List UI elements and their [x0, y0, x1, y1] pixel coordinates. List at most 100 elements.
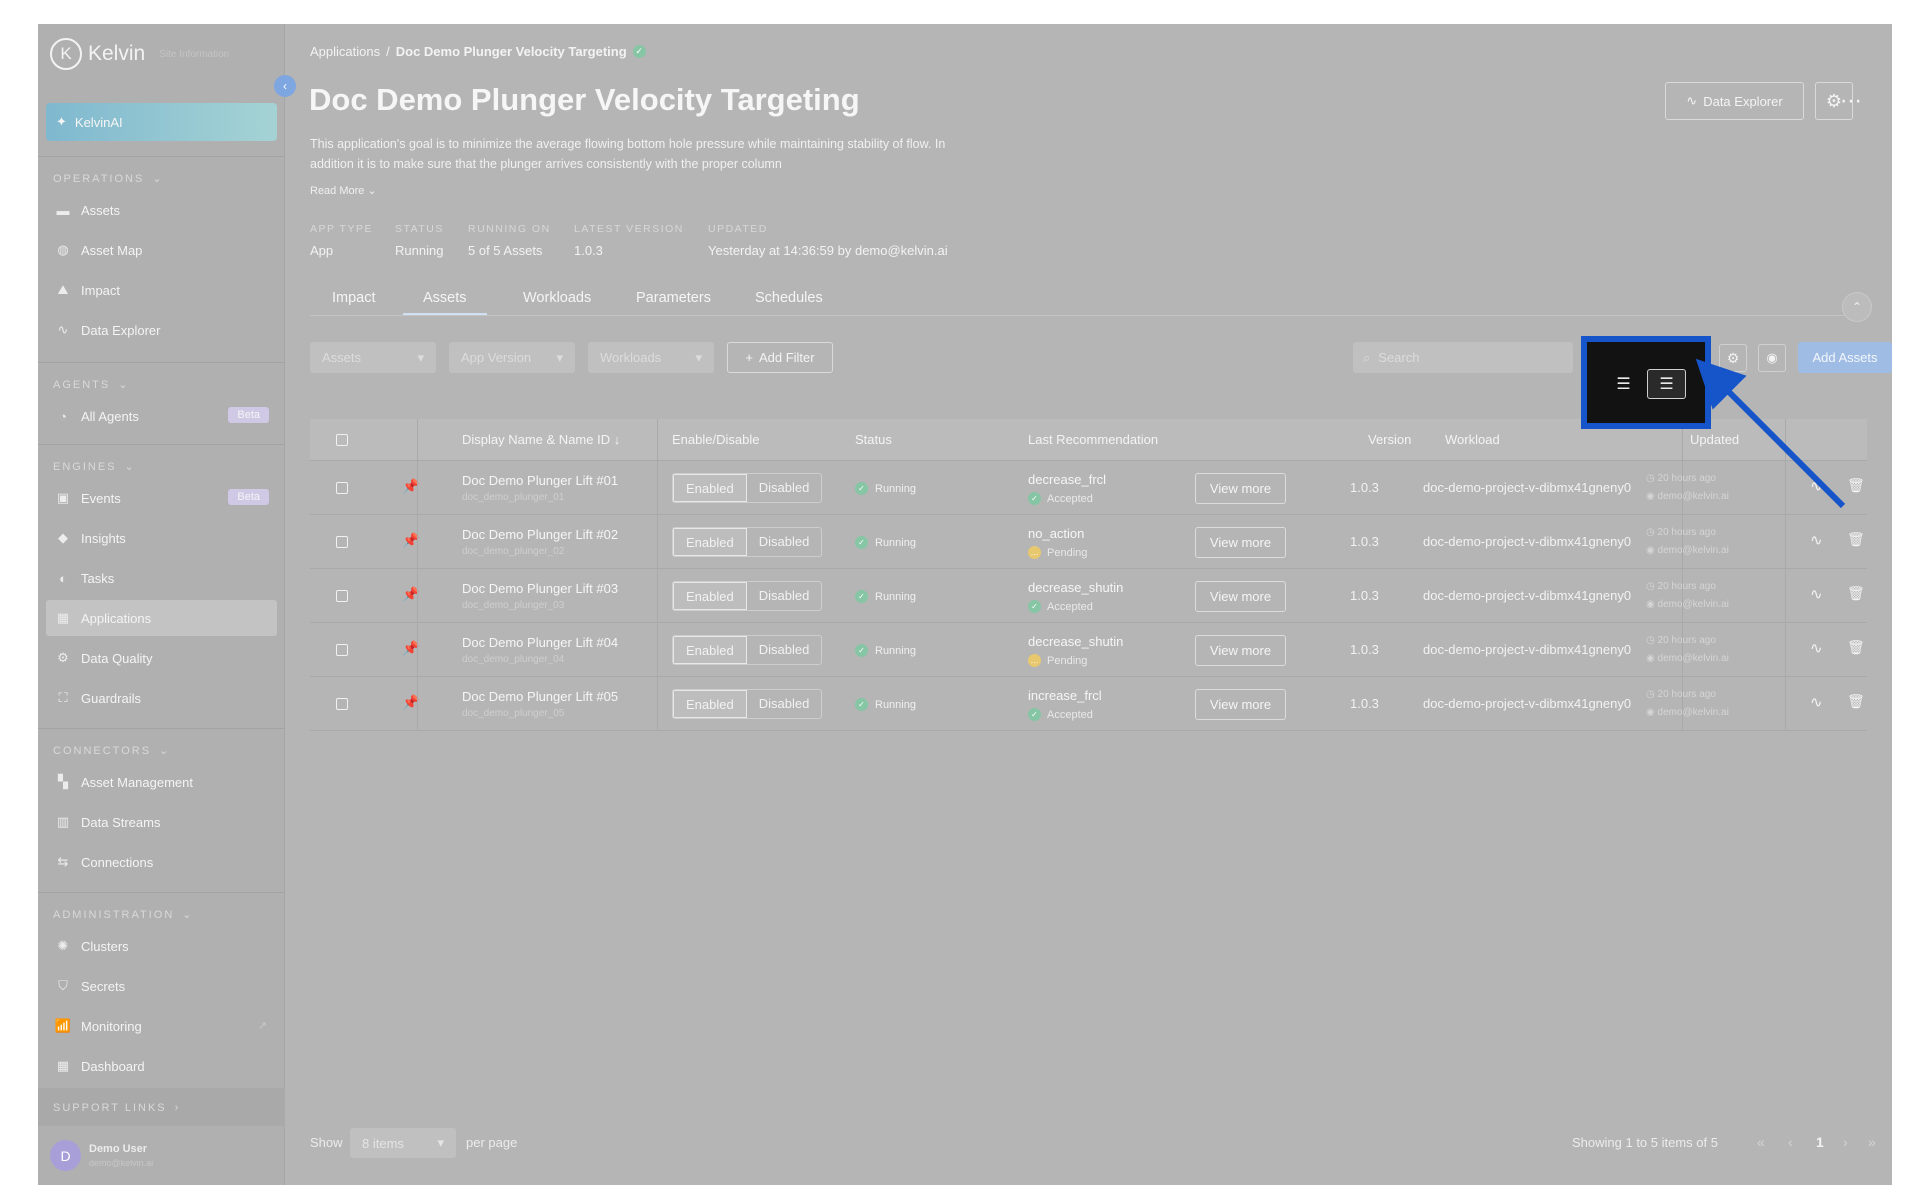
search-input[interactable]: ⌕ Search: [1353, 342, 1573, 373]
table-row[interactable]: 📌 Doc Demo Plunger Lift #02 doc_demo_plu…: [310, 515, 1867, 569]
kelvin-logo[interactable]: K Kelvin Site Information: [50, 38, 229, 70]
section-connectors[interactable]: CONNECTORS ⌄: [53, 744, 170, 758]
row-checkbox[interactable]: [336, 698, 348, 710]
next-page-icon[interactable]: ›: [1843, 1134, 1848, 1150]
disabled-option[interactable]: Disabled: [747, 690, 822, 718]
view-more-button[interactable]: View more: [1195, 581, 1286, 612]
asset-display-name[interactable]: Doc Demo Plunger Lift #04: [462, 635, 618, 650]
read-more-link[interactable]: Read More ⌄: [310, 184, 377, 197]
select-all-checkbox[interactable]: [336, 434, 348, 446]
section-agents[interactable]: AGENTS ⌄: [53, 378, 129, 392]
sidebar-item-applications[interactable]: ▦ Applications: [46, 600, 277, 636]
tab-assets[interactable]: Assets: [403, 286, 487, 315]
row-checkbox[interactable]: [336, 590, 348, 602]
disabled-option[interactable]: Disabled: [747, 528, 822, 556]
trash-icon[interactable]: 🗑: [1847, 639, 1865, 656]
workload-name[interactable]: doc-demo-project-v-dibmx41gneny0: [1423, 534, 1631, 549]
sidebar-item-monitoring[interactable]: 📶 Monitoring ↗: [46, 1008, 277, 1044]
view-more-button[interactable]: View more: [1195, 635, 1286, 666]
sidebar-item-asset-management[interactable]: ▚ Asset Management: [46, 764, 277, 800]
disabled-option[interactable]: Disabled: [747, 474, 822, 502]
sidebar-item-insights[interactable]: ◆ Insights: [46, 520, 277, 556]
workload-name[interactable]: doc-demo-project-v-dibmx41gneny0: [1423, 642, 1631, 657]
assets-filter[interactable]: Assets ▾: [310, 342, 436, 373]
sidebar-item-all-agents[interactable]: ◔ All Agents Beta: [46, 398, 277, 434]
view-more-button[interactable]: View more: [1195, 689, 1286, 720]
workload-name[interactable]: doc-demo-project-v-dibmx41gneny0: [1423, 588, 1631, 603]
collapse-sidebar-button[interactable]: ‹: [274, 75, 296, 97]
asset-display-name[interactable]: Doc Demo Plunger Lift #01: [462, 473, 618, 488]
sidebar-item-data-explorer[interactable]: ∿ Data Explorer: [46, 312, 277, 348]
last-page-icon[interactable]: »: [1868, 1134, 1876, 1150]
list-view-icon[interactable]: ☰: [1647, 369, 1686, 399]
section-administration[interactable]: ADMINISTRATION ⌄: [53, 908, 194, 922]
tab-schedules[interactable]: Schedules: [735, 286, 843, 315]
trash-icon[interactable]: 🗑: [1847, 531, 1865, 548]
header-display-name[interactable]: Display Name & Name ID ↓: [462, 432, 620, 447]
trash-icon[interactable]: 🗑: [1847, 693, 1865, 710]
sidebar-item-assets[interactable]: ▬ Assets: [46, 192, 277, 228]
workload-name[interactable]: doc-demo-project-v-dibmx41gneny0: [1423, 480, 1631, 495]
chart-icon[interactable]: ∿: [1810, 585, 1823, 603]
add-filter-button[interactable]: + Add Filter: [727, 342, 833, 373]
sidebar-item-secrets[interactable]: ⛉ Secrets: [46, 968, 277, 1004]
enable-disable-toggle[interactable]: Enabled Disabled: [672, 581, 823, 611]
sidebar-item-tasks[interactable]: ◐ Tasks: [46, 560, 277, 596]
prev-page-icon[interactable]: ‹: [1788, 1134, 1793, 1150]
tab-workloads[interactable]: Workloads: [503, 286, 611, 315]
enable-disable-toggle[interactable]: Enabled Disabled: [672, 473, 823, 503]
workload-name[interactable]: doc-demo-project-v-dibmx41gneny0: [1423, 696, 1631, 711]
app-version-filter[interactable]: App Version ▾: [449, 342, 575, 373]
sidebar-item-asset-map[interactable]: ◍ Asset Map: [46, 232, 277, 268]
workloads-filter[interactable]: Workloads ▾: [588, 342, 714, 373]
asset-display-name[interactable]: Doc Demo Plunger Lift #05: [462, 689, 618, 704]
enable-disable-toggle[interactable]: Enabled Disabled: [672, 689, 823, 719]
kelvin-ai-button[interactable]: ✦ KelvinAI: [46, 103, 277, 141]
disabled-option[interactable]: Disabled: [747, 582, 822, 610]
enabled-option[interactable]: Enabled: [673, 636, 747, 664]
row-checkbox[interactable]: [336, 644, 348, 656]
sidebar-item-dashboard[interactable]: ▦ Dashboard: [46, 1048, 277, 1084]
sidebar-item-data-streams[interactable]: ▥ Data Streams: [46, 804, 277, 840]
collapse-header-button[interactable]: ⌃: [1842, 292, 1872, 322]
row-checkbox[interactable]: [336, 482, 348, 494]
view-more-button[interactable]: View more: [1195, 527, 1286, 558]
per-page-select[interactable]: 8 items ▾: [350, 1128, 456, 1158]
sidebar-item-guardrails[interactable]: ⛶ Guardrails: [46, 680, 277, 716]
enabled-option[interactable]: Enabled: [673, 528, 747, 556]
trash-icon[interactable]: 🗑: [1847, 585, 1865, 602]
tab-parameters[interactable]: Parameters: [616, 286, 731, 315]
section-operations[interactable]: OPERATIONS ⌄: [53, 172, 164, 186]
sidebar-item-data-quality[interactable]: ⚙ Data Quality: [46, 640, 277, 676]
asset-display-name[interactable]: Doc Demo Plunger Lift #02: [462, 527, 618, 542]
row-checkbox[interactable]: [336, 536, 348, 548]
enabled-option[interactable]: Enabled: [673, 474, 747, 502]
view-more-button[interactable]: View more: [1195, 473, 1286, 504]
table-row[interactable]: 📌 Doc Demo Plunger Lift #04 doc_demo_plu…: [310, 623, 1867, 677]
enabled-option[interactable]: Enabled: [673, 582, 747, 610]
more-options-icon[interactable]: ⋯: [1840, 88, 1863, 114]
sidebar-item-events[interactable]: ▣ Events Beta: [46, 480, 277, 516]
enabled-option[interactable]: Enabled: [673, 690, 747, 718]
sidebar-item-clusters[interactable]: ✺ Clusters: [46, 928, 277, 964]
tab-impact[interactable]: Impact: [312, 286, 396, 315]
disabled-option[interactable]: Disabled: [747, 636, 822, 664]
support-links[interactable]: SUPPORT LINKS ›: [38, 1088, 285, 1126]
enable-disable-toggle[interactable]: Enabled Disabled: [672, 635, 823, 665]
section-engines[interactable]: ENGINES ⌄: [53, 460, 136, 474]
user-profile[interactable]: D Demo User demo@kelvin.ai: [50, 1140, 153, 1171]
current-page[interactable]: 1: [1816, 1134, 1824, 1150]
first-page-icon[interactable]: «: [1757, 1134, 1765, 1150]
breadcrumb-root[interactable]: Applications: [310, 44, 380, 59]
sidebar-item-impact[interactable]: ⛰ Impact: [46, 272, 277, 308]
table-row[interactable]: 📌 Doc Demo Plunger Lift #01 doc_demo_plu…: [310, 461, 1867, 515]
sidebar-item-connections[interactable]: ⇆ Connections: [46, 844, 277, 880]
asset-display-name[interactable]: Doc Demo Plunger Lift #03: [462, 581, 618, 596]
chart-icon[interactable]: ∿: [1810, 531, 1823, 549]
chart-icon[interactable]: ∿: [1810, 639, 1823, 657]
table-row[interactable]: 📌 Doc Demo Plunger Lift #05 doc_demo_plu…: [310, 677, 1867, 731]
data-explorer-button[interactable]: ∿ Data Explorer: [1665, 82, 1804, 120]
chart-icon[interactable]: ∿: [1810, 693, 1823, 711]
enable-disable-toggle[interactable]: Enabled Disabled: [672, 527, 823, 557]
table-row[interactable]: 📌 Doc Demo Plunger Lift #03 doc_demo_plu…: [310, 569, 1867, 623]
